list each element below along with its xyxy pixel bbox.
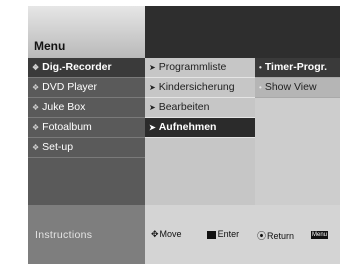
sub-menu-column: ➤ Programmliste ➤ Kindersicherung ➤ Bearbei… <box>145 58 255 205</box>
third-menu-item-show-view[interactable]: • Show View <box>255 78 340 98</box>
diamond-bullet-icon: ❖ <box>32 103 40 112</box>
sub-menu-item-programmliste[interactable]: ➤ Programmliste <box>145 58 255 78</box>
menu-title-panel: Menu <box>28 6 145 58</box>
menu-hint: Menu <box>311 229 330 239</box>
return-icon: ⦿ <box>257 231 267 241</box>
third-menu-column: • Timer-Progr. • Show View <box>255 58 340 205</box>
main-menu-item-fotoalbum[interactable]: ❖ Fotoalbum <box>28 118 145 138</box>
enter-key-icon <box>207 231 216 239</box>
diamond-bullet-icon: ❖ <box>32 143 40 152</box>
hints-panel: ✥Move Enter ⦿Return Menu <box>145 205 340 264</box>
arrow-bullet-icon: ➤ <box>149 83 156 92</box>
return-hint: ⦿Return <box>257 231 295 241</box>
menu-key-icon: Menu <box>311 231 329 239</box>
move-hint: ✥Move <box>151 229 182 239</box>
sub-menu-item-aufnehmen[interactable]: ➤ Aufnehmen <box>145 118 255 138</box>
enter-hint: Enter <box>207 229 239 239</box>
footer-bar: Instructions ✥Move Enter ⦿Return Menu <box>28 205 340 264</box>
dot-bullet-icon: • <box>259 63 262 72</box>
dot-bullet-icon: • <box>259 83 262 92</box>
main-menu-item-set-up[interactable]: ❖ Set-up <box>28 138 145 158</box>
move-arrows-icon: ✥ <box>151 229 159 239</box>
main-menu-column: ❖ Dig.-Recorder ❖ DVD Player ❖ Juke Box ❖ Fo… <box>28 58 145 205</box>
diamond-bullet-icon: ❖ <box>32 63 40 72</box>
arrow-bullet-icon: ➤ <box>149 103 156 112</box>
instructions-label: Instructions <box>35 229 93 241</box>
main-menu-item-dig-recorder[interactable]: ❖ Dig.-Recorder <box>28 58 145 78</box>
sub-menu-item-kindersicherung[interactable]: ➤ Kindersicherung <box>145 78 255 98</box>
arrow-bullet-icon: ➤ <box>149 63 156 72</box>
diamond-bullet-icon: ❖ <box>32 123 40 132</box>
third-menu-item-timer-progr[interactable]: • Timer-Progr. <box>255 58 340 78</box>
main-menu-item-juke-box[interactable]: ❖ Juke Box <box>28 98 145 118</box>
menu-title: Menu <box>34 39 66 53</box>
instructions-panel: Instructions <box>28 205 145 264</box>
arrow-bullet-icon: ➤ <box>149 123 156 132</box>
top-bar: Menu <box>28 6 340 58</box>
sub-menu-item-bearbeiten[interactable]: ➤ Bearbeiten <box>145 98 255 118</box>
osd-screen: Menu ❖ Dig.-Recorder ❖ DVD Player ❖ Juke Bo… <box>28 6 340 264</box>
main-menu-item-dvd-player[interactable]: ❖ DVD Player <box>28 78 145 98</box>
diamond-bullet-icon: ❖ <box>32 83 40 92</box>
